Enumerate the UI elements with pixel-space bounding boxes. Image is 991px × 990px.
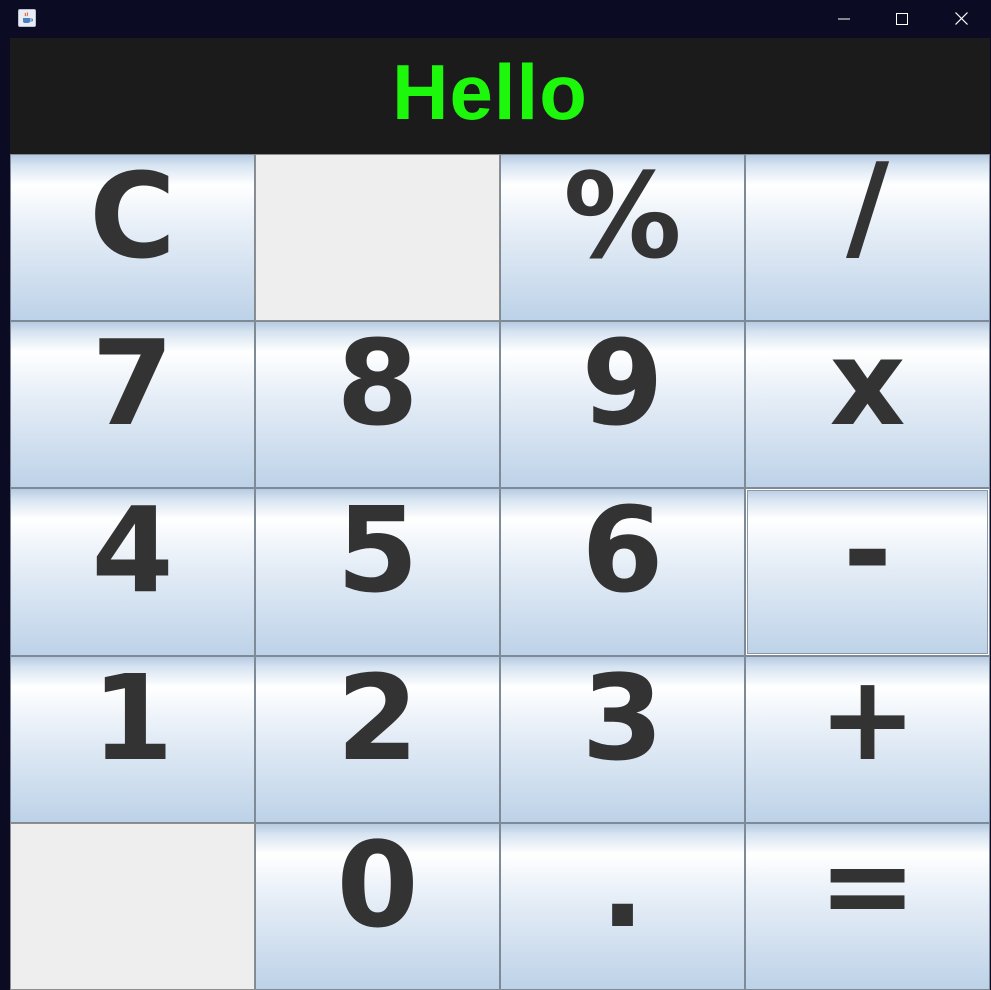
percent-button[interactable]: % [500,154,745,321]
key-label: x [829,321,906,452]
close-icon [954,12,968,25]
key-label: 6 [581,488,664,619]
key-label: 3 [581,656,664,787]
close-button[interactable] [932,0,990,37]
digit-0-button[interactable]: 0 [255,823,500,990]
key-label: 9 [581,321,664,452]
key-label: C [89,154,176,285]
key-label: / [845,154,890,275]
digit-7-button[interactable]: 7 [10,321,255,488]
clear-button[interactable]: C [10,154,255,321]
key-label: 5 [336,488,419,619]
key-label: = [818,823,917,954]
key-label: + [818,656,917,787]
maximize-icon [896,12,908,25]
digit-9-button[interactable]: 9 [500,321,745,488]
java-cup-icon[interactable] [18,9,36,27]
digit-5-button[interactable]: 5 [255,488,500,656]
key-label: 0 [336,823,419,954]
equals-button[interactable]: = [745,823,990,990]
keypad: C % / 7 8 9 x 4 5 6 - 1 2 3 + 0 . = [10,154,990,990]
subtract-button[interactable]: - [745,488,990,656]
divide-button[interactable]: / [745,154,990,321]
add-button[interactable]: + [745,656,990,823]
digit-6-button[interactable]: 6 [500,488,745,656]
key-label: % [563,154,682,285]
digit-4-button[interactable]: 4 [10,488,255,656]
empty-cell [10,823,255,990]
minimize-button[interactable] [815,0,873,37]
maximize-button[interactable] [873,0,931,37]
key-label: 7 [91,321,174,452]
key-label: 2 [336,656,419,787]
digit-2-button[interactable]: 2 [255,656,500,823]
minimize-icon [838,18,850,19]
key-label: 1 [91,656,174,787]
decimal-button[interactable]: . [500,823,745,990]
display-text: Hello [392,48,588,136]
digit-3-button[interactable]: 3 [500,656,745,823]
multiply-button[interactable]: x [745,321,990,488]
key-label: - [843,488,892,619]
digit-1-button[interactable]: 1 [10,656,255,823]
key-label: 8 [336,321,419,452]
calculator-display: Hello [10,38,990,154]
empty-cell [255,154,500,321]
digit-8-button[interactable]: 8 [255,321,500,488]
key-label: 4 [91,488,174,619]
key-label: . [600,823,645,954]
